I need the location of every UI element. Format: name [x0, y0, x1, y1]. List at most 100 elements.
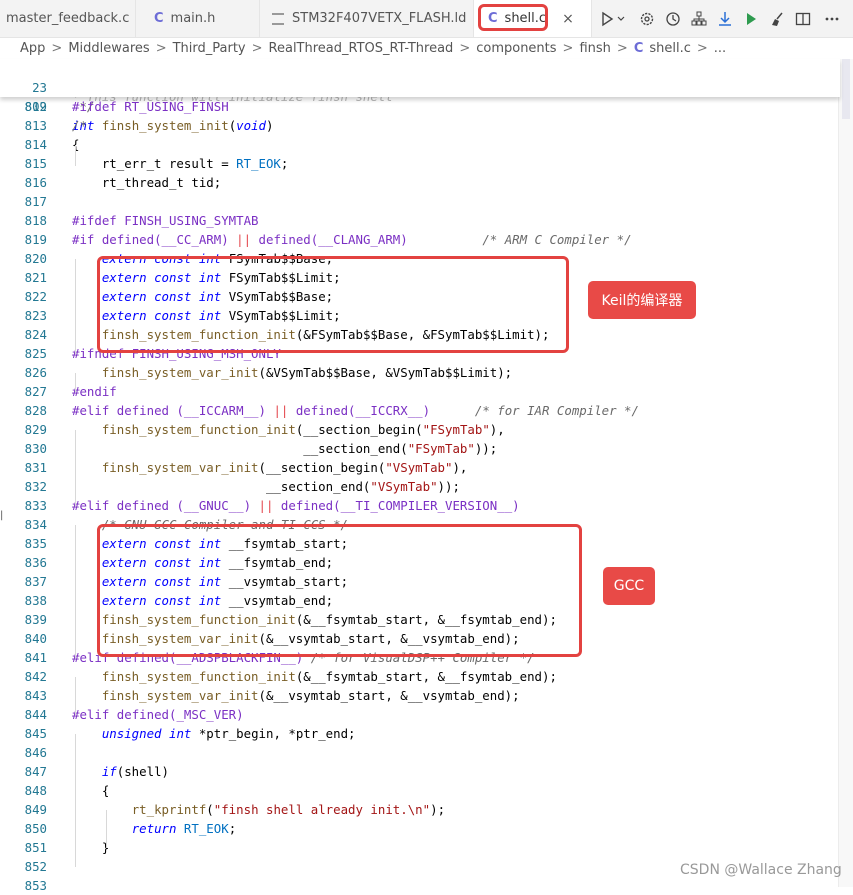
- line-number: 842: [24, 669, 47, 684]
- code-text: unsigned int *ptr_begin, *ptr_end;: [101, 726, 356, 741]
- tab-master-feedback[interactable]: master_feedback.c: [0, 0, 136, 37]
- code-line: 848 {: [0, 781, 840, 800]
- code-line: 843 finsh_system_var_init(&__vsymtab_sta…: [0, 686, 840, 705]
- code-text: rt_kprintf("finsh shell already init.\n"…: [131, 802, 446, 817]
- indent-guide: [75, 145, 76, 166]
- code-line: 853: [0, 876, 840, 895]
- code-text: rt_thread_t tid;: [72, 175, 222, 190]
- code-text: return RT_EOK;: [131, 821, 237, 836]
- line-number: 821: [24, 270, 47, 285]
- editor-tab-bar: master_feedback.c C main.h STM32F407VETX…: [0, 0, 853, 38]
- code-text: #ifdef FINSH_USING_SYMTAB: [72, 213, 259, 228]
- line-number: 809: [24, 99, 47, 114]
- line-number: 817: [24, 194, 47, 209]
- tab-label: master_feedback.c: [6, 11, 130, 26]
- code-text: __section_end("FSymTab"));: [72, 441, 498, 456]
- line-number: 830: [24, 441, 47, 456]
- run-debug-icon[interactable]: [598, 9, 628, 29]
- code-text: #elif defined (__GNUC__) || defined(__TI…: [72, 498, 520, 513]
- line-number: 846: [24, 745, 47, 760]
- line-number: 822: [24, 289, 47, 304]
- chevron-right-icon: >: [616, 40, 628, 56]
- code-line: 828 #elif defined (__ICCARM__) || defined…: [0, 401, 840, 420]
- history-icon[interactable]: [663, 9, 683, 29]
- breadcrumb: App > Middlewares > Third_Party > RealThrea…: [0, 37, 853, 59]
- breadcrumb-item[interactable]: RealThread_RTOS_RT-Thread: [269, 41, 454, 56]
- code-text: #if defined(__CC_ARM) || defined(__CLANG…: [72, 232, 632, 247]
- breadcrumb-item[interactable]: ...: [714, 41, 726, 56]
- code-text: finsh_system_function_init(__section_beg…: [101, 422, 505, 437]
- line-number: 851: [24, 840, 47, 855]
- code-text: if(shell): [101, 764, 169, 779]
- code-line: 842 finsh_system_function_init(&__fsymta…: [0, 667, 840, 686]
- code-line: 23 #ifdef RT_USING_FINSH: [0, 59, 840, 114]
- gcc-label: GCC: [603, 567, 655, 605]
- code-line: 827 #endif: [0, 382, 840, 401]
- code-line: 818 #ifdef FINSH_USING_SYMTAB: [0, 211, 840, 230]
- code-text: __section_end("VSymTab"));: [72, 479, 460, 494]
- sticky-scroll-header[interactable]: 23 #ifdef RT_USING_FINSH 809 /*: [0, 59, 840, 133]
- line-number: 819: [24, 232, 47, 247]
- scrollbar-thumb[interactable]: [842, 59, 850, 119]
- code-text: /*: [72, 118, 87, 133]
- keil-highlight-box: [97, 256, 569, 353]
- download-icon[interactable]: [715, 9, 735, 29]
- line-number: 839: [24, 612, 47, 627]
- chevron-right-icon: >: [696, 40, 708, 56]
- indent-guide: [75, 734, 76, 867]
- line-number: 828: [24, 403, 47, 418]
- line-number: 815: [24, 156, 47, 171]
- close-icon[interactable]: ×: [562, 11, 574, 27]
- code-line: 833 #elif defined (__GNUC__) || defined(_…: [0, 496, 840, 515]
- watermark: CSDN @Wallace Zhang: [680, 862, 842, 878]
- breadcrumb-item[interactable]: components: [476, 41, 556, 56]
- gcc-highlight-box: [97, 524, 582, 657]
- code-line: 815 rt_err_t result = RT_EOK;: [0, 154, 840, 173]
- play-icon[interactable]: [741, 9, 761, 29]
- line-number: 853: [24, 878, 47, 893]
- split-editor-icon[interactable]: [793, 9, 813, 29]
- code-line: 819 #if defined(__CC_ARM) || defined(__CL…: [0, 230, 840, 249]
- line-number: 841: [24, 650, 47, 665]
- code-text: #ifdef RT_USING_FINSH: [72, 99, 229, 114]
- line-number: 832: [24, 479, 47, 494]
- indent-guide: [75, 430, 76, 506]
- breadcrumb-item[interactable]: finsh: [579, 41, 610, 56]
- code-line: 814{: [0, 135, 840, 154]
- indent-guide: [75, 525, 76, 658]
- code-line: 816 rt_thread_t tid;: [0, 173, 840, 192]
- breadcrumb-item[interactable]: Third_Party: [173, 41, 246, 56]
- indent-guide: [75, 677, 76, 715]
- c-file-icon: C: [154, 11, 164, 26]
- line-number: 826: [24, 365, 47, 380]
- more-icon[interactable]: [822, 9, 842, 29]
- code-line: 813 int finsh_system_init(void): [0, 116, 840, 135]
- indent-guide: [75, 373, 76, 392]
- line-number: 843: [24, 688, 47, 703]
- line-number: 831: [24, 460, 47, 475]
- code-editor[interactable]: 23 #ifdef RT_USING_FINSH 809 /* * This f…: [0, 59, 853, 893]
- tab-flash-ld[interactable]: STM32F407VETX_FLASH.ld: [260, 0, 474, 37]
- breadcrumb-item[interactable]: App: [20, 41, 45, 56]
- breadcrumb-item[interactable]: Middlewares: [68, 41, 149, 56]
- gear-icon[interactable]: [637, 9, 657, 29]
- hierarchy-icon[interactable]: [689, 9, 709, 29]
- code-text: #elif defined (__ICCARM__) || defined(__…: [72, 403, 639, 418]
- broom-icon[interactable]: [767, 9, 787, 29]
- line-number: 818: [24, 213, 47, 228]
- breadcrumb-item[interactable]: shell.c: [649, 41, 691, 56]
- code-line: 826 finsh_system_var_init(&VSymTab$$Base…: [0, 363, 840, 382]
- line-number: 852: [24, 859, 47, 874]
- tab-label: main.h: [170, 11, 216, 26]
- line-number: 845: [24, 726, 47, 741]
- line-number: 844: [24, 707, 47, 722]
- line-number: 823: [24, 308, 47, 323]
- c-file-icon: C: [633, 40, 644, 56]
- vertical-scrollbar[interactable]: [838, 59, 853, 887]
- line-number: 816: [24, 175, 47, 190]
- tab-main-h[interactable]: C main.h: [136, 0, 260, 37]
- line-number: 825: [24, 346, 47, 361]
- keil-compiler-label: Keil的编译器: [588, 281, 696, 319]
- code-line: 831 finsh_system_var_init(__section_begi…: [0, 458, 840, 477]
- code-line: 830 __section_end("FSymTab"));: [0, 439, 840, 458]
